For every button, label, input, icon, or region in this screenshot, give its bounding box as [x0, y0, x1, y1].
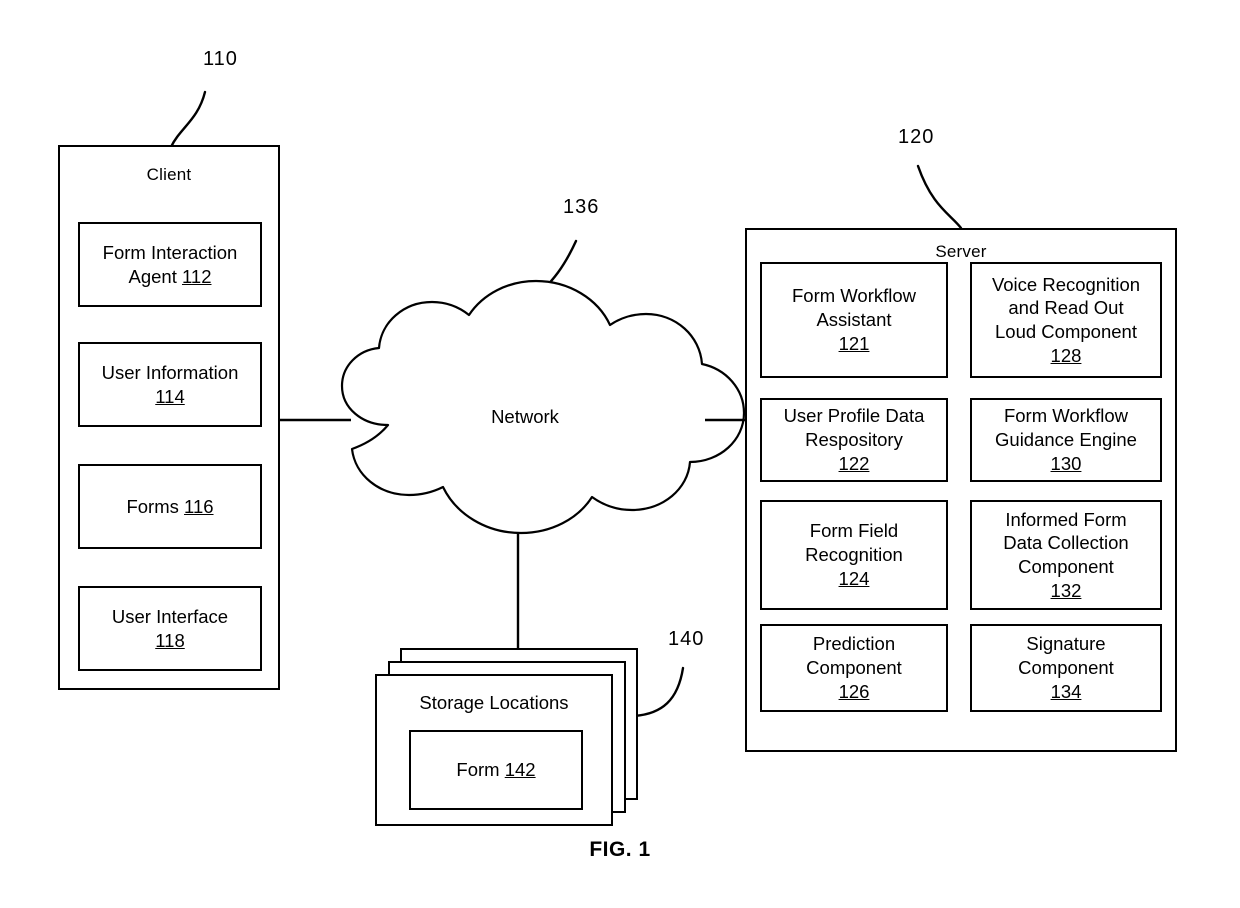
storage-card-front: Storage Locations Form 142 — [375, 674, 613, 826]
leader-line-120 — [916, 164, 963, 230]
client-component-forms[interactable]: Forms 116 — [78, 464, 262, 549]
leader-line-140 — [632, 666, 685, 718]
client-title: Client — [146, 165, 192, 184]
component-label: Prediction Component 126 — [806, 633, 902, 702]
server-component-prediction-component[interactable]: Prediction Component 126 — [760, 624, 948, 712]
server-component-informed-form-data-collection[interactable]: Informed Form Data Collection Component … — [970, 500, 1162, 610]
component-label: Form Field Recognition 124 — [805, 520, 903, 589]
component-label: Forms 116 — [126, 495, 214, 517]
server-component-form-workflow-guidance-engine[interactable]: Form Workflow Guidance Engine 130 — [970, 398, 1162, 482]
client-component-user-information[interactable]: User Information 114 — [78, 342, 262, 427]
component-label: Form Interaction Agent 112 — [102, 241, 238, 287]
callout-120: 120 — [898, 126, 935, 148]
component-label: Form Workflow Guidance Engine 130 — [995, 405, 1137, 474]
component-label: User Profile Data Respository 122 — [783, 405, 925, 474]
component-label: User Interface 118 — [111, 605, 229, 651]
component-label: Signature Component 134 — [1018, 633, 1114, 702]
storage-form-box[interactable]: Form 142 — [409, 730, 583, 810]
network-label: Network — [491, 406, 559, 427]
patent-figure: 110 120 136 140 Client Form Interaction … — [0, 0, 1240, 908]
callout-140: 140 — [668, 628, 705, 650]
server-component-form-field-recognition[interactable]: Form Field Recognition 124 — [760, 500, 948, 610]
callout-136: 136 — [563, 196, 600, 218]
component-label: Voice Recognition and Read Out Loud Comp… — [991, 273, 1141, 366]
component-label: Informed Form Data Collection Component … — [1003, 508, 1129, 601]
callout-110: 110 — [203, 48, 238, 70]
client-component-user-interface[interactable]: User Interface 118 — [78, 586, 262, 671]
component-label: Form Workflow Assistant 121 — [791, 285, 917, 354]
leader-line-110 — [169, 90, 207, 149]
client-component-form-interaction-agent[interactable]: Form Interaction Agent 112 — [78, 222, 262, 307]
storage-title: Storage Locations — [419, 692, 569, 713]
server-component-user-profile-data-repository[interactable]: User Profile Data Respository 122 — [760, 398, 948, 482]
figure-caption: FIG. 1 — [589, 838, 651, 861]
server-component-voice-recognition-read-out-loud[interactable]: Voice Recognition and Read Out Loud Comp… — [970, 262, 1162, 378]
server-title: Server — [935, 242, 987, 261]
component-label: User Information 114 — [101, 361, 239, 407]
server-component-form-workflow-assistant[interactable]: Form Workflow Assistant 121 — [760, 262, 948, 378]
server-component-signature-component[interactable]: Signature Component 134 — [970, 624, 1162, 712]
component-label: Form 142 — [456, 759, 536, 781]
